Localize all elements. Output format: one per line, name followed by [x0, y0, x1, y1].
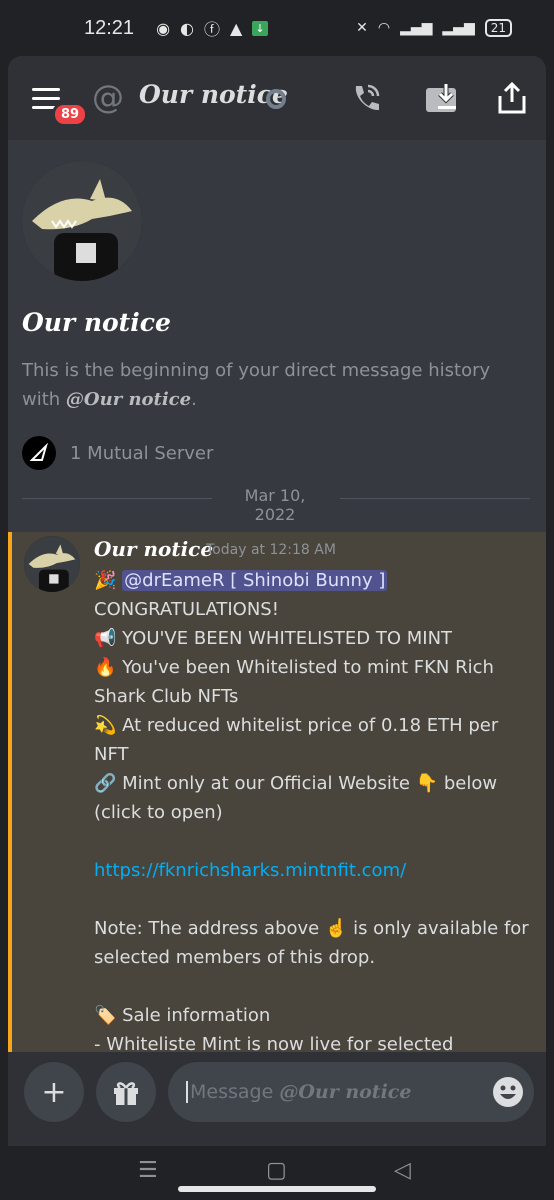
placeholder-prefix: Message: [190, 1081, 280, 1103]
at-icon: @: [92, 78, 124, 116]
system-navbar: ☰ ▢ ◁: [0, 1146, 554, 1200]
offline-status-icon: [266, 89, 286, 109]
message-line: 📢 YOU'VE BEEN WHITELISTED TO MINT: [94, 628, 453, 649]
battery-icon: 21: [484, 19, 512, 37]
wifi-icon: ◠: [377, 20, 391, 36]
channel-title[interactable]: Our notice: [139, 80, 288, 109]
message-line: 🏷️ Sale information: [94, 1005, 271, 1026]
divider-date: Mar 10, 2022: [244, 486, 306, 524]
placeholder-user: @Our notice: [279, 1081, 412, 1103]
back-icon[interactable]: ◁: [394, 1158, 411, 1183]
message-line: 💫 At reduced whitelist price of 0.18 ETH…: [94, 715, 499, 765]
home-gesture-bar[interactable]: [178, 1186, 376, 1192]
user-mention[interactable]: @drEameR [ Shinobi Bunny ]: [122, 570, 388, 591]
message-author[interactable]: Our notice: [94, 537, 213, 561]
facebook-icon: ⓕ: [204, 20, 221, 39]
signal-icon-2: ▂▄▆: [442, 20, 475, 36]
download-notification-icon: ↓: [252, 20, 268, 36]
message-line: Note: The address above ☝️ is only avail…: [94, 918, 529, 968]
message-input-placeholder: Message @Our notice: [186, 1081, 411, 1103]
status-bar: 12:21 ◉ ◐ ⓕ ▲ ↓ ✕ ◠ ▂▄▆ ▂▄▆ 21: [0, 0, 554, 56]
mutual-servers[interactable]: 1 Mutual Server: [22, 436, 213, 470]
notification-icons: ◉ ◐ ⓕ ▲ ↓: [156, 16, 268, 40]
recent-apps-icon[interactable]: ☰: [138, 1158, 158, 1183]
status-time: 12:21: [84, 16, 135, 39]
warning-icon: ▲: [230, 18, 243, 38]
gift-icon: [114, 1082, 138, 1105]
message-avatar[interactable]: [24, 536, 80, 592]
message-line: - Whiteliste Mint is now live for select…: [94, 1034, 454, 1052]
shark-avatar-icon: [24, 536, 80, 592]
message[interactable]: Our notice Today at 12:18 AM 🎉 @drEameR …: [8, 532, 546, 1052]
date-divider: Mar 10, 2022: [22, 486, 530, 524]
dm-window: 89 @ Our notice Our notice This is the b…: [8, 56, 546, 1146]
home-icon[interactable]: ▢: [266, 1158, 287, 1183]
emoji-button[interactable]: [492, 1076, 524, 1108]
party-emoji: 🎉: [94, 570, 117, 591]
call-button[interactable]: [348, 80, 384, 116]
intro-title: Our notice: [22, 308, 171, 337]
attach-button[interactable]: +: [24, 1062, 84, 1122]
plus-icon: +: [41, 1074, 67, 1110]
emoji-icon: [493, 1077, 523, 1107]
system-icons: ✕ ◠ ▂▄▆ ▂▄▆ 21: [356, 0, 512, 56]
message-line: 🔗 Mint only at our Official Website 👇 be…: [94, 773, 498, 823]
messenger-icon: ◐: [180, 18, 194, 38]
message-composer: + Message @Our notice: [8, 1052, 546, 1146]
message-link[interactable]: https://fknrichsharks.mintnfit.com/: [94, 856, 534, 885]
download-button[interactable]: [424, 80, 460, 116]
discord-icon: ◉: [156, 18, 171, 38]
message-input[interactable]: Message @Our notice: [168, 1062, 534, 1122]
server-icon: [22, 436, 56, 470]
intro-text-suffix: .: [191, 389, 197, 410]
channel-header: 89 @ Our notice: [8, 56, 546, 140]
shark-avatar-icon: [22, 161, 142, 281]
mutual-servers-label: 1 Mutual Server: [70, 442, 214, 464]
share-button[interactable]: [494, 80, 530, 116]
intro-username: @Our notice: [65, 389, 192, 410]
mention-line: 🎉 @drEameR [ Shinobi Bunny ]: [94, 566, 534, 595]
message-body: 🎉 @drEameR [ Shinobi Bunny ] CONGRATULAT…: [94, 566, 534, 1052]
message-line: 🔥 You've been Whitelisted to mint FKN Ri…: [94, 657, 494, 707]
user-avatar[interactable]: [22, 161, 142, 281]
unread-badge: 89: [52, 102, 89, 127]
phone-icon: [355, 84, 380, 111]
message-line: CONGRATULATIONS!: [94, 599, 279, 620]
signal-icon: ▂▄▆: [400, 20, 433, 36]
vibrate-icon: ✕: [356, 20, 368, 36]
download-icon: [426, 84, 456, 112]
message-timestamp: Today at 12:18 AM: [206, 542, 336, 558]
gift-button[interactable]: [96, 1062, 156, 1122]
share-icon: [498, 81, 526, 114]
intro-description: This is the beginning of your direct mes…: [22, 356, 522, 414]
